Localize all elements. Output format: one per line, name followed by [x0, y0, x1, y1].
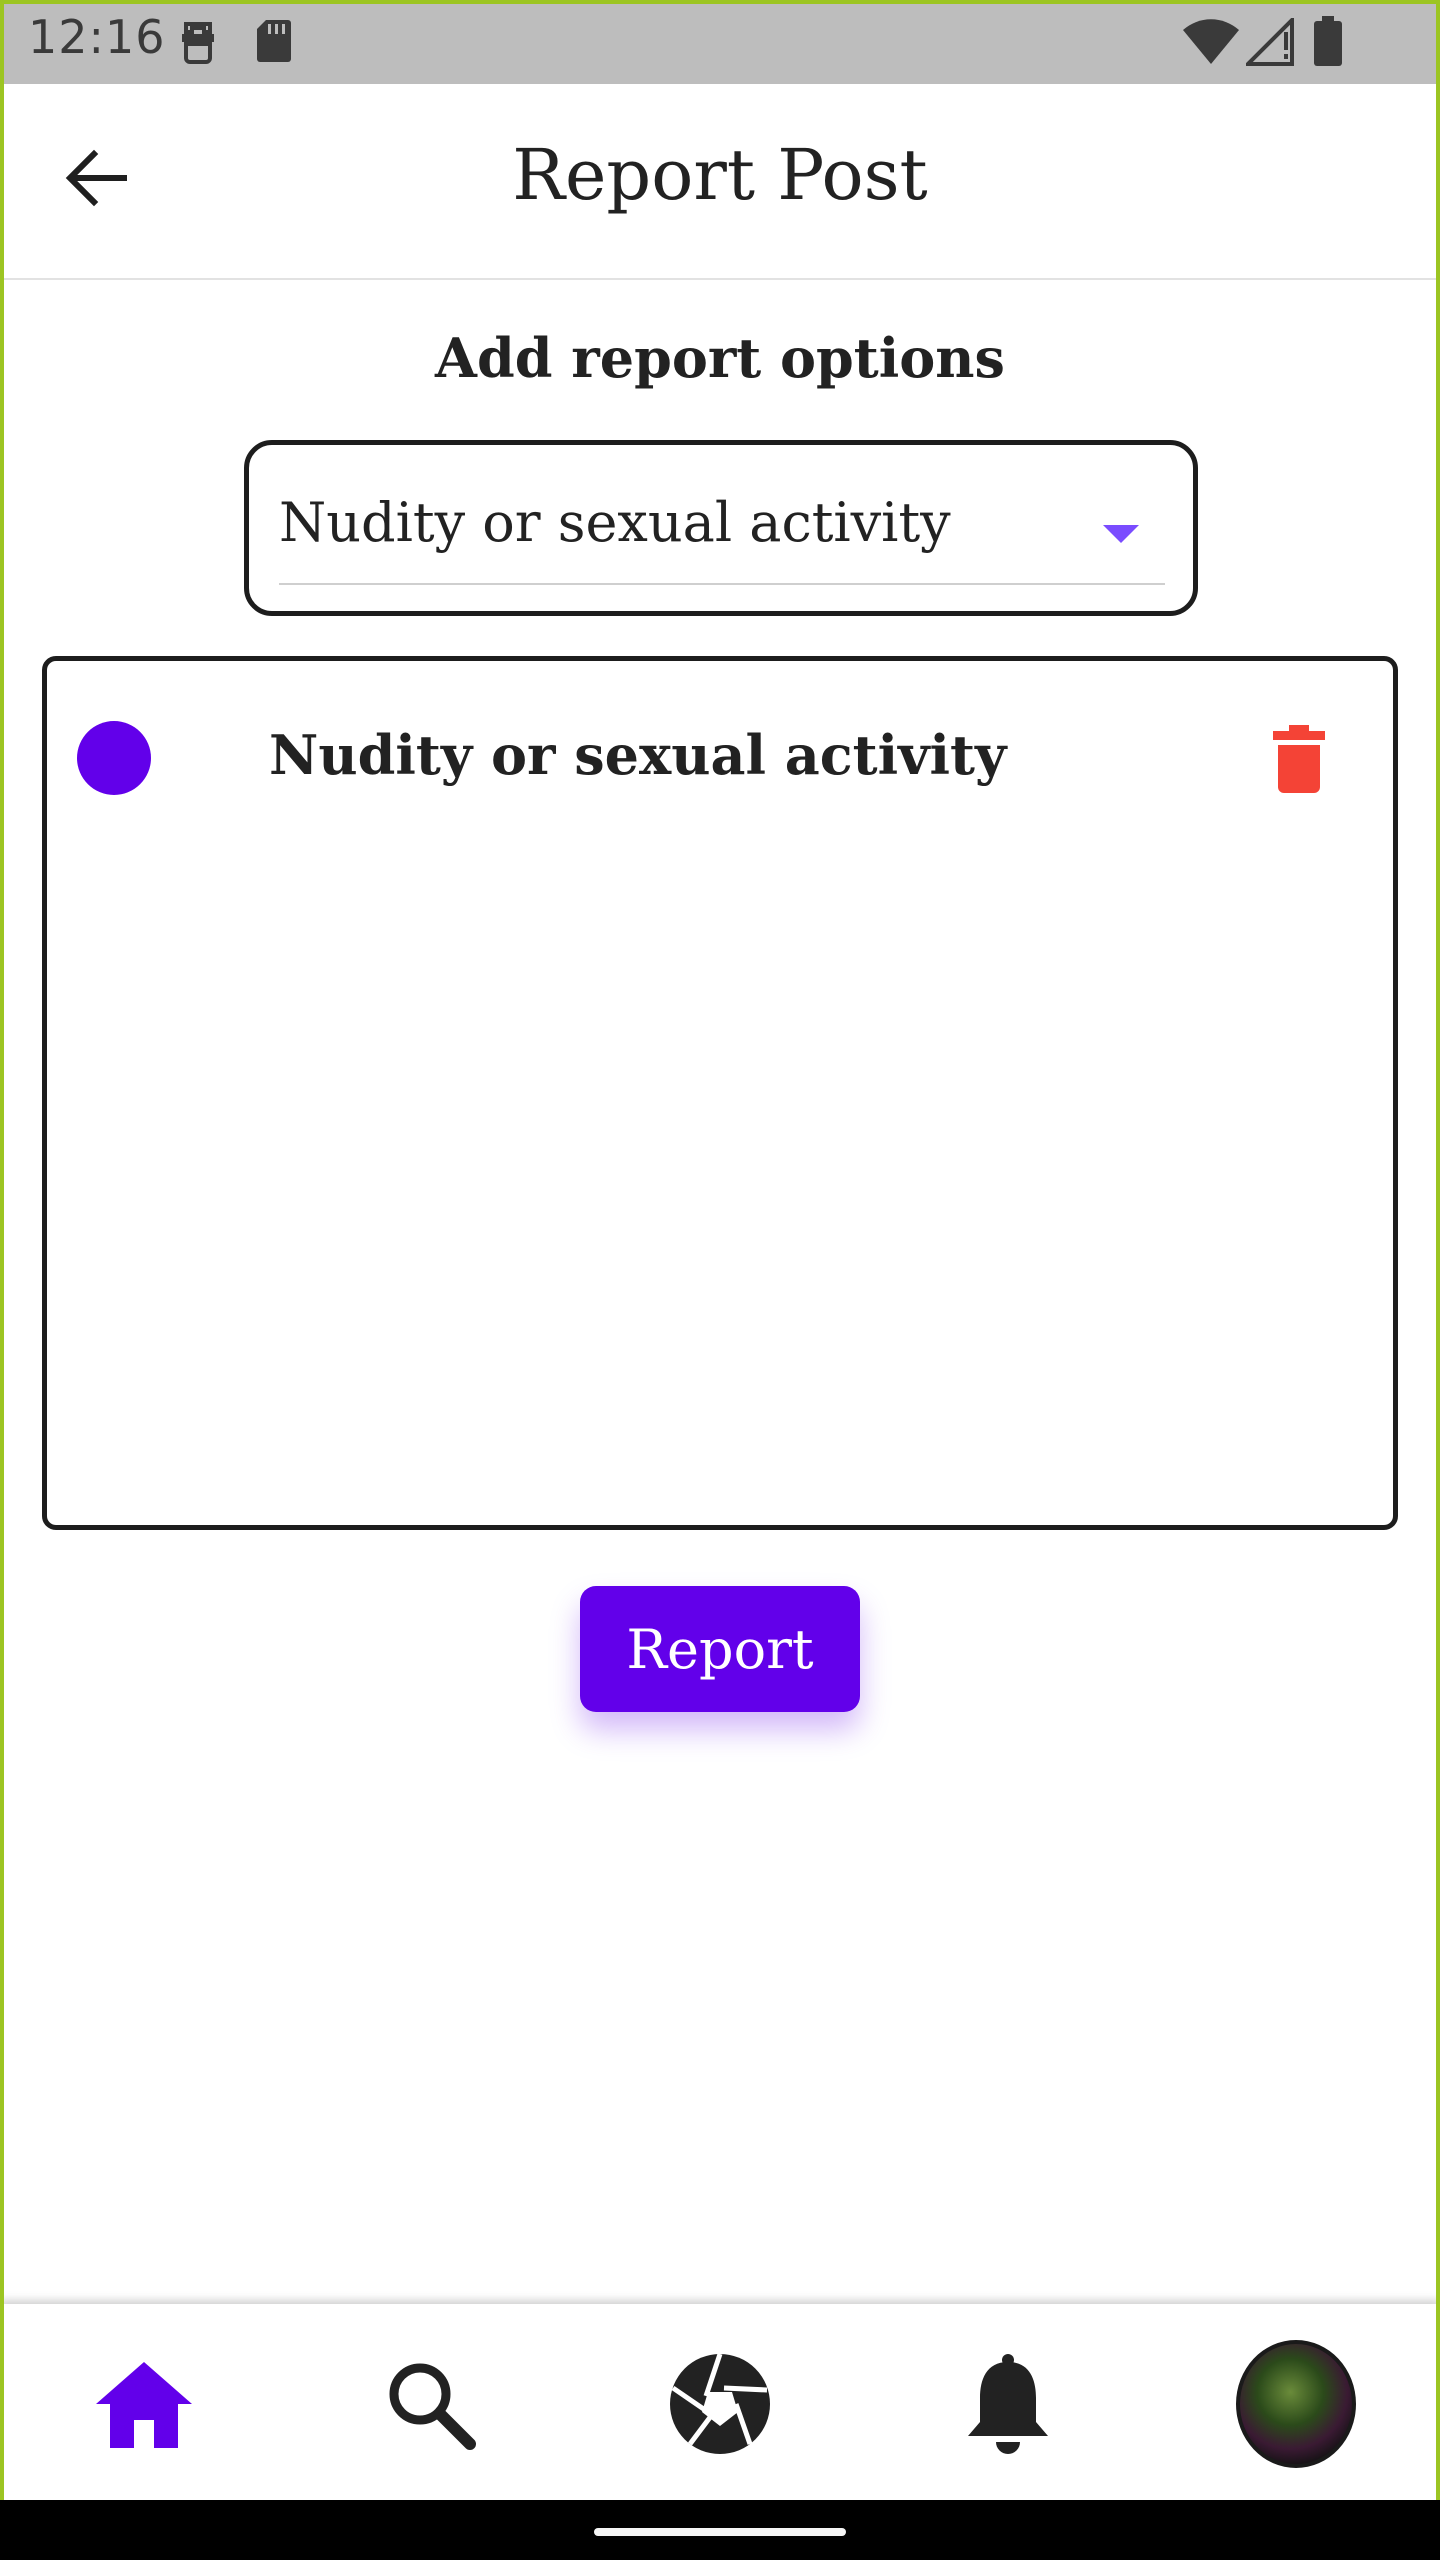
- search-icon: [389, 2363, 476, 2450]
- option-bullet-icon: [77, 721, 151, 795]
- home-icon: [96, 2362, 192, 2448]
- page-title: Report Post: [512, 134, 928, 216]
- selected-options-list: Nudity or sexual activity: [42, 656, 1398, 1530]
- report-option-dropdown[interactable]: Nudity or sexual activity: [244, 440, 1198, 616]
- list-item: Nudity or sexual activity: [47, 721, 1393, 821]
- option-label: Nudity or sexual activity: [269, 723, 1007, 787]
- nav-camera[interactable]: [660, 2344, 780, 2464]
- signal-icon: [1243, 15, 1296, 70]
- report-button[interactable]: Report: [580, 1586, 860, 1712]
- bell-icon: [968, 2354, 1048, 2454]
- aperture-icon: [670, 2353, 770, 2454]
- avatar: [1236, 2340, 1356, 2468]
- nav-profile[interactable]: [1236, 2340, 1356, 2468]
- battery-icon: [1312, 14, 1344, 72]
- nav-notifications[interactable]: [948, 2344, 1068, 2464]
- delete-option-button[interactable]: [1269, 723, 1329, 795]
- trash-icon: [1273, 725, 1325, 793]
- home-gesture-handle[interactable]: [594, 2528, 846, 2536]
- dropdown-selected-value: Nudity or sexual activity: [279, 491, 951, 554]
- nav-home[interactable]: [84, 2344, 204, 2464]
- sd-card-icon: [254, 16, 294, 70]
- gesture-bar: [0, 2500, 1440, 2560]
- status-bar: 12:16: [0, 0, 1440, 84]
- nav-search[interactable]: [370, 2344, 490, 2464]
- status-time: 12:16: [28, 10, 166, 64]
- bottom-nav: [0, 2304, 1440, 2500]
- arrow-drop-down-icon: [1103, 525, 1139, 543]
- section-heading: Add report options: [435, 326, 1005, 390]
- app-bar-divider: [0, 278, 1440, 280]
- face-icon: [178, 16, 218, 70]
- dropdown-underline: [279, 583, 1165, 585]
- wifi-icon: [1182, 18, 1240, 70]
